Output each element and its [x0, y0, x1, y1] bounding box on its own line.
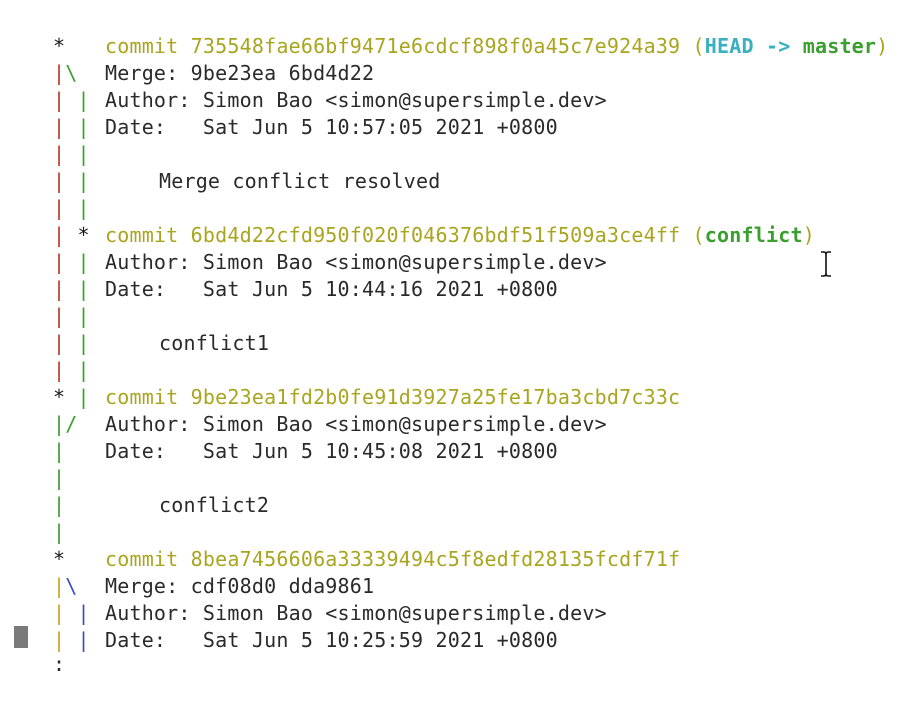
- log-line-blank: | |: [4, 330, 105, 382]
- ibeam-cursor-icon: [821, 251, 831, 277]
- ref-branch: conflict: [704, 223, 803, 247]
- log-line-date: | | Date: Sat Jun 5 10:57:05 2021 +0800: [52, 115, 558, 139]
- log-line-date: | Date: Sat Jun 5 10:45:08 2021 +0800: [52, 439, 558, 463]
- log-line-author: |/ Author: Simon Bao <simon@supersimple.…: [52, 412, 607, 436]
- log-line-author: | | Author: Simon Bao <simon@supersimple…: [52, 250, 607, 274]
- log-line-message: | conflict2: [52, 493, 270, 517]
- ref-branch: master: [802, 34, 877, 58]
- log-line-commit-4: * commit 8bea7456606a33339494c5f8edfd281…: [4, 519, 680, 571]
- log-line-date: | | Date: Sat Jun 5 10:25:59 2021 +0800: [52, 628, 558, 652]
- log-line-commit-2: | * commit 6bd4d22cfd950f020f046376bdf51…: [52, 223, 815, 247]
- log-line-message: | | Merge conflict resolved: [52, 169, 441, 193]
- log-line-blank: | |: [4, 114, 105, 166]
- log-line-merge: |\ Merge: cdf08d0 dda9861: [52, 574, 375, 598]
- log-line-blank: | |: [4, 168, 105, 220]
- text-cursor: [14, 626, 28, 648]
- log-line-message: | | conflict1: [52, 331, 270, 355]
- log-line-blank: |: [4, 492, 105, 544]
- log-line-blank: | |: [4, 276, 105, 328]
- log-line-blank: |: [4, 438, 105, 490]
- ref-head: HEAD ->: [704, 34, 803, 58]
- terminal-window[interactable]: * commit 735548fae66bf9471e6cdcf898f0a45…: [0, 0, 922, 676]
- log-line-date: | | Date: Sat Jun 5 10:44:16 2021 +0800: [52, 277, 558, 301]
- log-line-author: | | Author: Simon Bao <simon@supersimple…: [52, 88, 607, 112]
- log-line-commit-3: * | commit 9be23ea1fd2b0fe91d3927a25fe17…: [4, 357, 680, 409]
- log-line-author: | | Author: Simon Bao <simon@supersimple…: [52, 601, 607, 625]
- log-line-merge: |\ Merge: 9be23ea 6bd4d22: [52, 61, 375, 85]
- log-line-commit-1: * commit 735548fae66bf9471e6cdcf898f0a45…: [52, 34, 889, 58]
